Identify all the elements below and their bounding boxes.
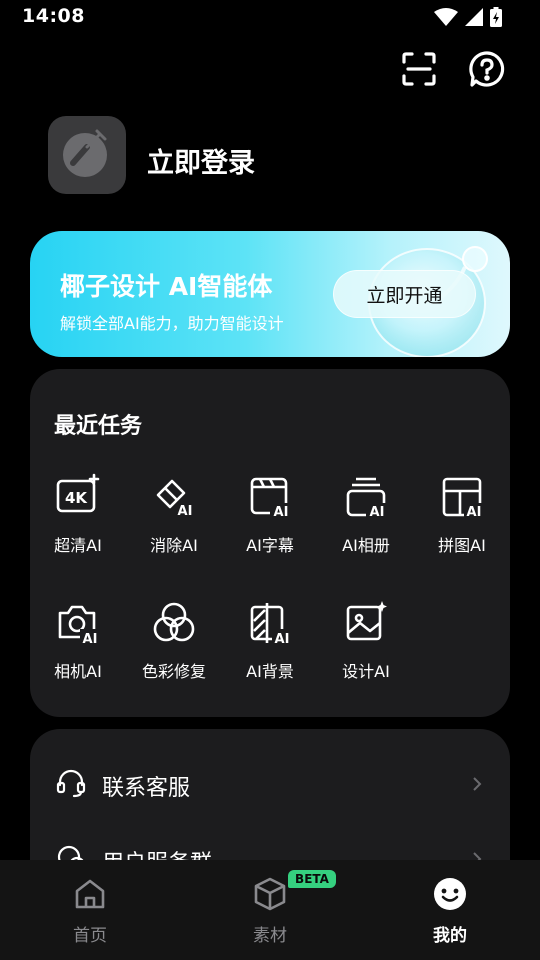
scan-icon[interactable]: [400, 50, 438, 88]
design-image-icon: [342, 599, 390, 647]
signal-icon: [464, 7, 484, 31]
tab-mine[interactable]: 我的: [390, 876, 510, 946]
task-label: AI相册: [342, 536, 390, 555]
tab-label: 首页: [73, 926, 107, 946]
ai-agent-banner[interactable]: 椰子设计 AI智能体 解锁全部AI能力，助力智能设计 立即开通: [30, 231, 510, 357]
color-circles-icon: [150, 599, 198, 647]
svg-text:AI: AI: [83, 632, 98, 647]
task-super-resolution-ai[interactable]: 4K 超清AI: [30, 473, 126, 556]
status-bar: 14:08: [0, 0, 540, 34]
task-label: 超清AI: [54, 536, 102, 555]
recent-tasks-card: 最近任务 4K 超清AI AI 消除AI AI AI字幕 AI AI相册 AI …: [30, 369, 510, 717]
tab-home[interactable]: 首页: [30, 876, 150, 946]
4k-ai-icon: 4K: [54, 473, 102, 521]
chevron-right-icon: [470, 773, 484, 795]
smile-icon: [432, 876, 468, 912]
tab-label: 我的: [433, 926, 467, 946]
eraser-ai-icon: AI: [150, 473, 198, 521]
logo-icon: [59, 125, 115, 185]
banner-subtitle: 解锁全部AI能力，助力智能设计: [60, 314, 284, 333]
task-erase-ai[interactable]: AI 消除AI: [126, 473, 222, 556]
task-label: 色彩修复: [141, 662, 206, 681]
headset-icon: [56, 768, 86, 798]
battery-icon: [490, 7, 502, 31]
task-label: 拼图AI: [438, 536, 486, 555]
task-label: 消除AI: [150, 536, 198, 555]
bottom-tab-bar: 首页 素材 我的: [0, 860, 540, 960]
cube-icon: [252, 876, 288, 912]
task-label: 相机AI: [54, 662, 102, 681]
task-ai-album[interactable]: AI AI相册: [318, 473, 414, 556]
login-link[interactable]: 立即登录: [147, 141, 255, 180]
task-camera-ai[interactable]: AI 相机AI: [30, 599, 126, 682]
status-time: 14:08: [22, 5, 85, 27]
svg-text:AI: AI: [178, 504, 193, 519]
tab-label: 素材: [253, 926, 287, 946]
help-icon[interactable]: [468, 50, 506, 88]
task-design-ai[interactable]: 设计AI: [318, 599, 414, 682]
svg-text:AI: AI: [370, 505, 385, 520]
recent-tasks-title: 最近任务: [54, 414, 143, 439]
task-label: AI背景: [246, 662, 294, 681]
banner-title: 椰子设计 AI智能体: [60, 272, 273, 301]
wifi-icon: [434, 7, 458, 31]
task-label: 设计AI: [342, 662, 390, 681]
task-color-repair[interactable]: 色彩修复: [126, 599, 222, 682]
task-label: AI字幕: [246, 536, 294, 555]
service-label: 联系客服: [102, 776, 191, 801]
activate-button[interactable]: 立即开通: [333, 270, 476, 318]
svg-text:4K: 4K: [65, 489, 88, 507]
status-icons: [434, 7, 502, 31]
background-ai-icon: AI: [246, 599, 294, 647]
album-ai-icon: AI: [342, 473, 390, 521]
subtitle-ai-icon: AI: [246, 473, 294, 521]
home-icon: [72, 876, 108, 912]
beta-badge: BETA: [288, 870, 336, 888]
svg-text:AI: AI: [467, 505, 482, 520]
task-ai-subtitle[interactable]: AI AI字幕: [222, 473, 318, 556]
svg-text:AI: AI: [274, 505, 289, 520]
camera-ai-icon: AI: [54, 599, 102, 647]
collage-ai-icon: AI: [438, 473, 486, 521]
avatar[interactable]: [48, 116, 126, 194]
task-ai-background[interactable]: AI AI背景: [222, 599, 318, 682]
svg-text:AI: AI: [275, 632, 290, 647]
top-actions: [400, 50, 506, 88]
service-row-contact-support[interactable]: 联系客服: [30, 755, 510, 815]
task-collage-ai[interactable]: AI 拼图AI: [414, 473, 510, 556]
